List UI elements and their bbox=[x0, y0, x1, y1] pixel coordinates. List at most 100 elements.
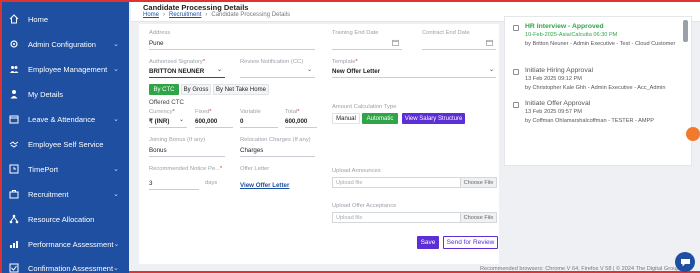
send-for-review-button[interactable]: Send for Review bbox=[443, 236, 498, 249]
notice-label-text: Recommended Notice Pe... bbox=[149, 166, 220, 172]
breadcrumb-current: Candidate Processing Details bbox=[211, 12, 291, 18]
chevron-down-icon: ⌄ bbox=[113, 41, 119, 48]
sidebar-item-home[interactable]: Home bbox=[2, 9, 129, 29]
home-icon bbox=[9, 14, 19, 24]
document-icon bbox=[513, 102, 519, 108]
page-footer: Recommended browsers: Chrome V 64, Firef… bbox=[131, 264, 700, 273]
joining-bonus-input[interactable]: Bonus bbox=[149, 147, 167, 154]
sidebar-item-label: Leave & Attendance bbox=[28, 114, 96, 124]
chevron-down-icon[interactable]: ⌄ bbox=[307, 66, 312, 73]
handshake-icon bbox=[9, 139, 19, 149]
upload-acceptance-input[interactable]: Upload file Choose File bbox=[332, 212, 497, 223]
breadcrumb-home[interactable]: Home bbox=[143, 12, 159, 18]
fixed-underline bbox=[195, 127, 233, 128]
choose-file-button[interactable]: Choose File bbox=[460, 178, 496, 187]
chevron-down-icon[interactable]: ⌄ bbox=[217, 66, 222, 73]
sidebar-item-confirmation-assessment[interactable]: Confirmation Assessment ⌄ bbox=[2, 258, 129, 273]
total-input[interactable]: 600,000 bbox=[285, 118, 307, 125]
timeline-title: Initiate Offer Approval bbox=[525, 100, 591, 107]
template-select[interactable]: New Offer Letter bbox=[332, 68, 380, 75]
currency-select[interactable]: ₹ (INR) bbox=[149, 118, 169, 125]
notice-period-input[interactable]: 3 bbox=[149, 180, 152, 187]
sidebar-item-resource-allocation[interactable]: Resource Allocation bbox=[2, 209, 129, 229]
footer-text: Recommended browsers: Chrome V 64, Firef… bbox=[479, 266, 690, 272]
review-notification-select[interactable] bbox=[240, 77, 315, 78]
template-label: Template* bbox=[332, 59, 358, 65]
chart-icon bbox=[9, 239, 19, 249]
offer-letter-label: Offer Letter bbox=[240, 166, 270, 172]
briefcase-icon bbox=[9, 189, 19, 199]
required-marker: * bbox=[355, 59, 358, 65]
sidebar-item-leave-attendance[interactable]: Leave & Attendance ⌄ bbox=[2, 109, 129, 129]
timeline-date: 13 Feb 2025 09:57 PM bbox=[525, 109, 582, 115]
training-end-date-label: Training End Date bbox=[332, 30, 379, 36]
contract-end-date-field[interactable] bbox=[422, 49, 496, 50]
by-gross-button[interactable]: By Gross bbox=[181, 84, 211, 95]
breadcrumb-recruitment[interactable]: Recruitment bbox=[169, 12, 201, 18]
sidebar-item-label: Performance Assessment bbox=[28, 239, 114, 249]
relocation-input[interactable]: Charges bbox=[240, 147, 263, 154]
calendar-icon[interactable] bbox=[392, 39, 399, 46]
variable-underline bbox=[240, 127, 278, 128]
required-marker: * bbox=[297, 109, 300, 115]
required-marker: * bbox=[209, 109, 212, 115]
upload-placeholder: Upload file bbox=[336, 215, 363, 221]
sidebar-item-timeport[interactable]: TimePort ⌄ bbox=[2, 159, 129, 179]
required-marker: * bbox=[219, 166, 223, 172]
address-field[interactable]: Pune bbox=[149, 40, 163, 47]
sidebar-item-label: Employee Self Service bbox=[28, 139, 104, 149]
chat-icon[interactable] bbox=[675, 252, 695, 272]
fixed-label: Fixed* bbox=[195, 109, 211, 115]
candidate-form: Address Pune Training End Date Contract … bbox=[139, 24, 499, 264]
template-label-text: Template bbox=[332, 59, 356, 65]
calendar-icon[interactable] bbox=[486, 39, 493, 46]
sidebar-item-employee-self-service[interactable]: Employee Self Service bbox=[2, 134, 129, 154]
chevron-down-icon: ⌄ bbox=[113, 166, 119, 173]
by-net-take-home-button[interactable]: By Net Take Home bbox=[213, 84, 269, 95]
signatory-underline bbox=[149, 77, 225, 78]
upload-acceptance-label: Upload Offer Acceptance bbox=[332, 203, 397, 209]
page-title: Candidate Processing Details bbox=[143, 3, 249, 12]
sidebar-item-label: My Details bbox=[28, 89, 64, 99]
sidebar-item-label: TimePort bbox=[28, 164, 59, 174]
save-button[interactable]: Save bbox=[417, 236, 439, 249]
training-end-date-field[interactable] bbox=[332, 49, 402, 50]
chevron-down-icon: ⌄ bbox=[113, 191, 119, 198]
breadcrumb-separator: › bbox=[163, 12, 166, 18]
by-ctc-button[interactable]: By CTC bbox=[149, 84, 179, 95]
choose-file-button[interactable]: Choose File bbox=[460, 213, 496, 222]
sidebar-item-recruitment[interactable]: Recruitment ⌄ bbox=[2, 184, 129, 204]
document-icon bbox=[513, 69, 519, 75]
upload-announces-input[interactable]: Upload file Choose File bbox=[332, 177, 497, 188]
feedback-icon[interactable] bbox=[686, 127, 700, 141]
sidebar-item-admin-configuration[interactable]: Admin Configuration ⌄ bbox=[2, 34, 129, 54]
view-offer-letter-link[interactable]: View Offer Letter bbox=[240, 182, 289, 189]
variable-input[interactable]: 0 bbox=[240, 118, 243, 125]
notice-unit-label: days bbox=[205, 180, 218, 186]
people-icon bbox=[9, 64, 19, 74]
upload-announces-label: Upload Announces bbox=[332, 168, 381, 174]
chevron-down-icon: ⌄ bbox=[113, 241, 120, 248]
automatic-button[interactable]: Automatic bbox=[362, 113, 398, 124]
fixed-input[interactable]: 600,000 bbox=[195, 118, 217, 125]
approval-timeline: HR Interview - Approved 10-Feb-2025-Asia… bbox=[504, 16, 692, 166]
sidebar-item-my-details[interactable]: My Details bbox=[2, 84, 129, 104]
person-icon bbox=[9, 89, 19, 99]
sidebar-item-performance-assessment[interactable]: Performance Assessment ⌄ bbox=[2, 234, 129, 254]
manual-button[interactable]: Manual bbox=[332, 113, 360, 124]
view-salary-structure-button[interactable]: View Salary Structure bbox=[402, 113, 465, 124]
address-label: Address bbox=[149, 30, 171, 36]
total-label-text: Total bbox=[285, 109, 298, 115]
signatory-select[interactable]: BRITTON NEUNER bbox=[149, 68, 204, 75]
network-icon bbox=[9, 214, 19, 224]
offered-ctc-label: Offered CTC bbox=[149, 99, 184, 106]
timeline-entry: Initiate Hiring Approval 13 Feb 2025 09:… bbox=[513, 67, 689, 97]
timeline-by: by Christopher Kale Ghh - Admin Executiv… bbox=[525, 85, 666, 91]
total-underline bbox=[285, 127, 317, 128]
gear-icon bbox=[9, 39, 19, 49]
chevron-down-icon[interactable]: ⌄ bbox=[489, 66, 494, 73]
upload-placeholder: Upload file bbox=[336, 180, 363, 186]
document-icon bbox=[513, 25, 519, 31]
sidebar-item-employee-management[interactable]: Employee Management ⌄ bbox=[2, 59, 129, 79]
chevron-down-icon[interactable]: ⌄ bbox=[179, 116, 184, 123]
